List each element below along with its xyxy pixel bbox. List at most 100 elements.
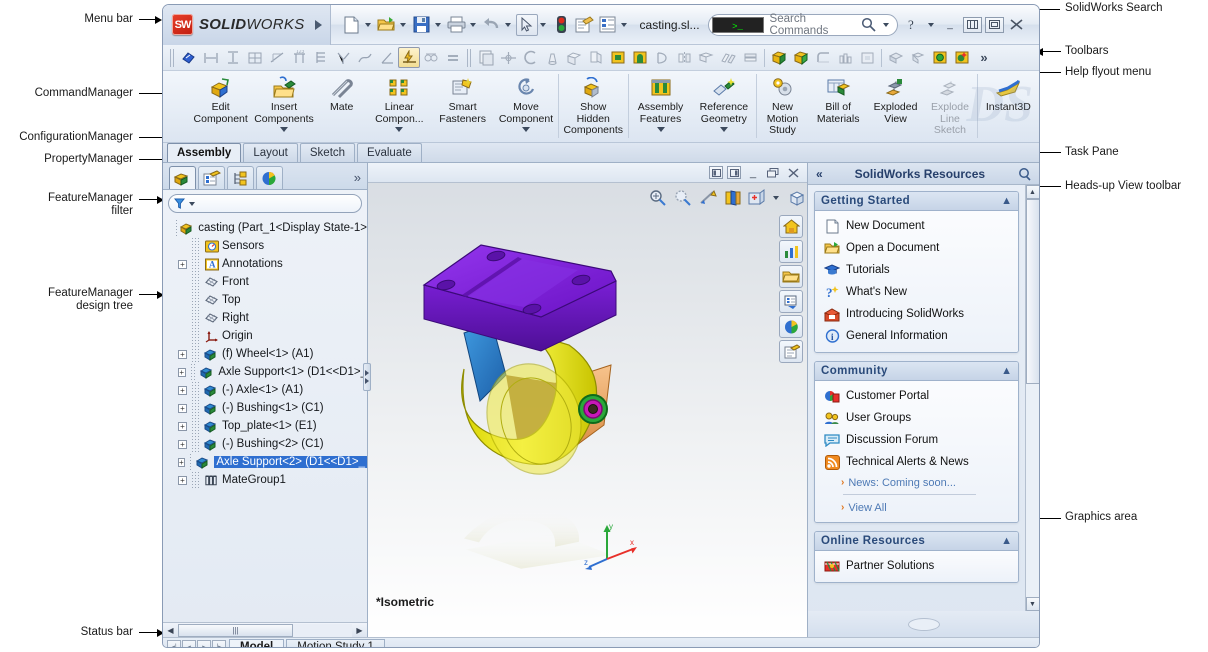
- close-button[interactable]: [1007, 17, 1026, 33]
- document-minimize-button[interactable]: _: [745, 166, 761, 179]
- cmd-dropdown-icon[interactable]: [522, 127, 530, 132]
- hscroll-track[interactable]: |||: [178, 624, 352, 637]
- display-style-wire-icon[interactable]: [907, 47, 929, 68]
- cmd-explode-line-sketch[interactable]: Explode Line Sketch: [923, 71, 976, 143]
- nav-last-button[interactable]: |▸: [212, 640, 226, 649]
- select-icon[interactable]: [516, 14, 538, 36]
- scene-icon[interactable]: [951, 47, 973, 68]
- tree-item[interactable]: casting (Part_1<Display State-1>: [169, 219, 367, 237]
- cmd-exploded-view[interactable]: Exploded View: [868, 71, 923, 143]
- expand-plus-icon[interactable]: +: [178, 476, 187, 485]
- cmd-linear-component-pattern[interactable]: Linear Compon...: [368, 71, 431, 143]
- link-tutorials[interactable]: Tutorials: [817, 259, 1016, 281]
- cmd-show-hidden-components[interactable]: Show Hidden Components: [559, 71, 628, 143]
- rebuild-icon[interactable]: [551, 14, 573, 36]
- zoom-to-fit-icon[interactable]: [648, 189, 668, 207]
- baseline-dimension-icon[interactable]: [244, 47, 266, 68]
- nav-previous-button[interactable]: ◂: [182, 640, 196, 649]
- new-part-icon[interactable]: [475, 47, 497, 68]
- link-new-document[interactable]: New Document: [817, 215, 1016, 237]
- search-dropdown-icon[interactable]: [883, 23, 889, 27]
- save-dropdown-icon[interactable]: [435, 23, 441, 27]
- appearance-icon[interactable]: [779, 315, 803, 338]
- configuration-manager-tab[interactable]: [227, 166, 254, 189]
- tab-evaluate[interactable]: Evaluate: [357, 143, 422, 162]
- scroll-left-icon[interactable]: ◀: [163, 623, 178, 637]
- panel-splitter[interactable]: [363, 363, 371, 391]
- chevron-up-icon[interactable]: ▲: [1001, 195, 1012, 207]
- print-dropdown-icon[interactable]: [470, 23, 476, 27]
- appearance-icon[interactable]: [929, 47, 951, 68]
- document-properties-dropdown-icon[interactable]: [621, 23, 627, 27]
- cmd-assembly-features[interactable]: Assembly Features: [629, 71, 692, 143]
- equal-dimension-icon[interactable]: [442, 47, 464, 68]
- chain-dimension-icon[interactable]: [266, 47, 288, 68]
- extruded-cut-icon[interactable]: [790, 47, 812, 68]
- dome-icon[interactable]: [629, 47, 651, 68]
- section-view-icon[interactable]: [723, 189, 742, 207]
- tree-item[interactable]: +(-) Axle<1> (A1): [169, 381, 367, 399]
- shell2-icon[interactable]: [856, 47, 878, 68]
- undo-dropdown-icon[interactable]: [505, 23, 511, 27]
- tree-item[interactable]: +(-) Bushing<2> (C1): [169, 435, 367, 453]
- expand-plus-icon[interactable]: +: [178, 440, 187, 449]
- cmd-reference-geometry[interactable]: Reference Geometry: [692, 71, 755, 143]
- feature-manager-filter[interactable]: [168, 194, 362, 213]
- smart-dimension-icon[interactable]: [178, 47, 200, 68]
- link-open-document[interactable]: Open a Document: [817, 237, 1016, 259]
- cmd-dropdown-icon[interactable]: [720, 127, 728, 132]
- toolbar-grip-2[interactable]: [467, 49, 472, 67]
- solidworks-logo-button[interactable]: SW SOLIDWORKS: [163, 5, 331, 45]
- hscroll-thumb[interactable]: |||: [178, 624, 293, 637]
- save-icon[interactable]: [411, 14, 433, 36]
- link-partner-solutions[interactable]: Partner Solutions: [817, 555, 1016, 577]
- document-close-button[interactable]: [785, 166, 801, 179]
- move-copy-icon[interactable]: [739, 47, 761, 68]
- link-customer-portal[interactable]: Customer Portal: [817, 385, 1016, 407]
- fillet-solid-icon[interactable]: [695, 47, 717, 68]
- instant3d-toggle-icon[interactable]: [398, 47, 420, 68]
- rib-icon[interactable]: [585, 47, 607, 68]
- cmd-dropdown-icon[interactable]: [280, 127, 288, 132]
- loft-icon[interactable]: [541, 47, 563, 68]
- maximize-button[interactable]: [985, 17, 1004, 33]
- new-document-icon[interactable]: [341, 14, 363, 36]
- scroll-down-icon[interactable]: ▼: [1026, 597, 1040, 611]
- section-header[interactable]: Online Resources ▲: [815, 532, 1018, 551]
- section-header[interactable]: Community ▲: [815, 362, 1018, 381]
- new-document-dropdown-icon[interactable]: [365, 23, 371, 27]
- property-manager-tab[interactable]: [198, 166, 225, 189]
- vertical-dimension-icon[interactable]: [222, 47, 244, 68]
- tab-model[interactable]: Model: [229, 639, 284, 649]
- filter-dropdown-icon[interactable]: [189, 202, 195, 206]
- fillet-icon[interactable]: [812, 47, 834, 68]
- undo-icon[interactable]: [481, 14, 503, 36]
- feature-manager-tree-tab[interactable]: [169, 166, 196, 189]
- horizontal-ordinate-icon[interactable]: [310, 47, 332, 68]
- document-properties-icon[interactable]: [597, 14, 619, 36]
- link-whats-new[interactable]: ? What's New: [817, 281, 1016, 303]
- tree-item[interactable]: +Axle Support<1> (D1<<D1>_: [169, 363, 367, 381]
- expand-plus-icon[interactable]: +: [178, 422, 187, 431]
- pin-icon[interactable]: [1017, 167, 1031, 181]
- attach-dimension-icon[interactable]: [420, 47, 442, 68]
- open-dropdown-icon[interactable]: [400, 23, 406, 27]
- view-orientation-dropdown-icon[interactable]: [773, 196, 779, 200]
- library-icon[interactable]: [779, 290, 803, 313]
- shell-icon[interactable]: [563, 47, 585, 68]
- chevron-up-icon[interactable]: ▲: [1001, 535, 1012, 547]
- zoom-to-area-icon[interactable]: [673, 189, 693, 207]
- tree-item[interactable]: Top: [169, 291, 367, 309]
- sublink-view-all[interactable]: › View All: [817, 498, 1016, 517]
- tree-item[interactable]: +(f) Wheel<1> (A1): [169, 345, 367, 363]
- feature-manager-horizontal-scrollbar[interactable]: ◀ ||| ▶: [163, 622, 367, 637]
- tree-item[interactable]: Right: [169, 309, 367, 327]
- tab-sketch[interactable]: Sketch: [300, 143, 355, 162]
- cmd-dropdown-icon[interactable]: [395, 127, 403, 132]
- tree-item[interactable]: Sensors: [169, 237, 367, 255]
- expand-plus-icon[interactable]: +: [178, 368, 186, 377]
- cmd-move-component[interactable]: Move Component: [494, 71, 557, 143]
- expand-plus-icon[interactable]: +: [178, 350, 187, 359]
- tree-item[interactable]: +Axle Support<2> (D1<<D1>_: [169, 453, 367, 471]
- angle-dimension-icon[interactable]: [376, 47, 398, 68]
